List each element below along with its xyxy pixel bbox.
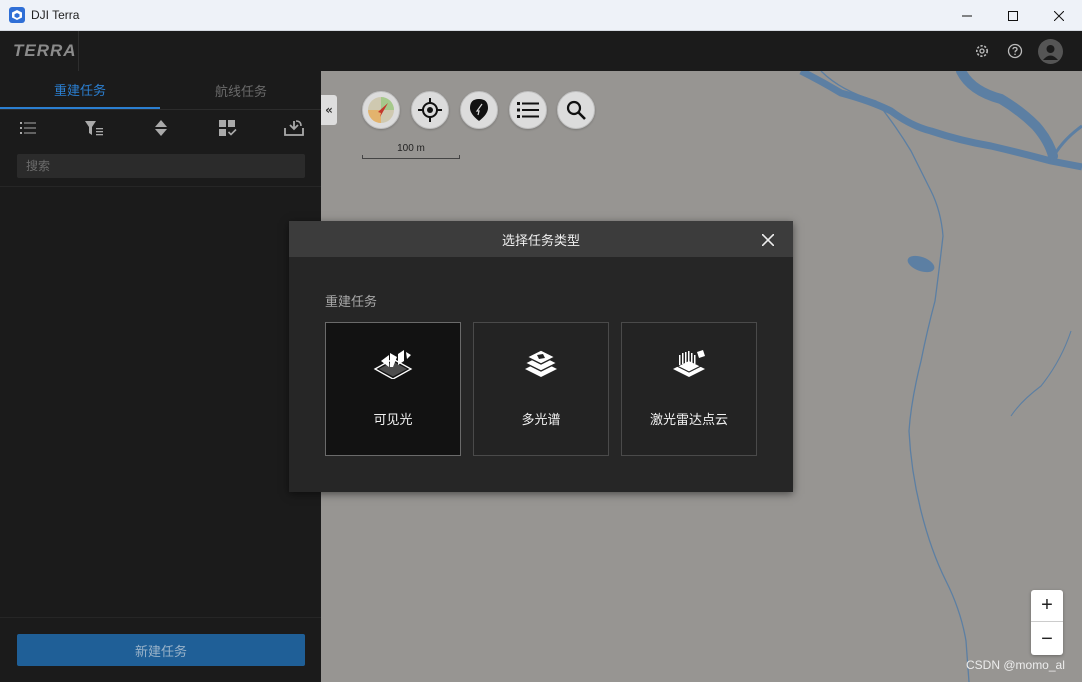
- search-input[interactable]: [17, 154, 305, 178]
- app-header: TERRA: [0, 31, 1082, 71]
- list-view-button[interactable]: [17, 115, 39, 141]
- compass-icon: [368, 97, 394, 123]
- sort-button[interactable]: [150, 115, 172, 141]
- gear-icon: [976, 45, 988, 57]
- zoom-control: + −: [1031, 590, 1063, 655]
- import-icon: [284, 120, 304, 136]
- layer-list-button[interactable]: [509, 91, 547, 129]
- card-label: 激光雷达点云: [649, 413, 728, 428]
- close-icon: [1054, 10, 1064, 21]
- card-label: 可见光: [373, 413, 413, 428]
- list-icon: [20, 122, 36, 134]
- minimize-icon: [962, 15, 972, 16]
- card-label: 多光谱: [521, 413, 561, 428]
- close-window-button[interactable]: [1036, 0, 1082, 31]
- compass-button[interactable]: [362, 91, 400, 129]
- task-type-dialog: 选择任务类型 重建任务 可见光 多光谱 激光雷达点云: [289, 221, 793, 492]
- list-icon: [517, 102, 539, 118]
- map-search-button[interactable]: [557, 91, 595, 129]
- tab-flight-route[interactable]: 航线任务: [161, 71, 321, 109]
- lidar-pointcloud-icon: [673, 350, 705, 377]
- marker-button[interactable]: [460, 91, 498, 129]
- filter-button[interactable]: [83, 115, 105, 141]
- task-card-visible-light[interactable]: 可见光: [325, 322, 461, 456]
- multispectral-icon: [523, 349, 559, 377]
- new-task-button[interactable]: 新建任务: [17, 634, 305, 666]
- collapse-sidebar-button[interactable]: «: [321, 95, 337, 125]
- close-icon: [762, 234, 774, 246]
- search-divider: [0, 186, 321, 187]
- crosshair-icon: [418, 98, 442, 122]
- search-icon: [566, 100, 586, 120]
- minimize-button[interactable]: [944, 0, 990, 31]
- locate-button[interactable]: [411, 91, 449, 129]
- task-toolbar: [0, 115, 321, 141]
- window-title: DJI Terra: [31, 8, 80, 22]
- map-pin-icon: [470, 99, 488, 121]
- dialog-close-button[interactable]: [761, 233, 775, 247]
- dialog-title: 选择任务类型: [501, 233, 580, 249]
- window-titlebar: DJI Terra: [0, 0, 1082, 31]
- import-button[interactable]: [283, 115, 305, 141]
- zoom-in-button[interactable]: +: [1031, 590, 1063, 622]
- dji-terra-app-icon: [9, 7, 25, 23]
- header-divider: [78, 31, 79, 71]
- settings-button[interactable]: [972, 41, 992, 61]
- user-avatar[interactable]: [1038, 39, 1063, 64]
- task-sidebar: 重建任务 航线任务 搜索 新建任务: [0, 71, 321, 682]
- maximize-icon: [1008, 10, 1018, 21]
- sort-icon: [155, 120, 167, 136]
- footer-divider: [0, 617, 321, 618]
- multi-select-button[interactable]: [217, 115, 239, 141]
- tab-reconstruction[interactable]: 重建任务: [0, 71, 160, 109]
- task-tabs: 重建任务 航线任务: [0, 71, 321, 109]
- maximize-button[interactable]: [990, 0, 1036, 31]
- double-chevron-left-icon: «: [325, 103, 333, 117]
- tabs-divider: [0, 109, 321, 110]
- help-button[interactable]: [1005, 41, 1025, 61]
- scale-bar: [362, 155, 460, 159]
- terra-logo: TERRA: [13, 41, 77, 60]
- watermark: CSDN @momo_al: [966, 658, 1065, 672]
- zoom-out-button[interactable]: −: [1031, 623, 1063, 655]
- scale-label: 100 m: [397, 143, 425, 154]
- filter-icon: [85, 120, 103, 135]
- help-icon: [1007, 43, 1023, 59]
- visible-light-icon: [373, 350, 413, 379]
- select-icon: [219, 120, 237, 136]
- task-card-lidar[interactable]: 激光雷达点云: [621, 322, 757, 456]
- task-card-multispectral[interactable]: 多光谱: [473, 322, 609, 456]
- user-icon: [1043, 45, 1058, 60]
- section-label: 重建任务: [325, 295, 378, 310]
